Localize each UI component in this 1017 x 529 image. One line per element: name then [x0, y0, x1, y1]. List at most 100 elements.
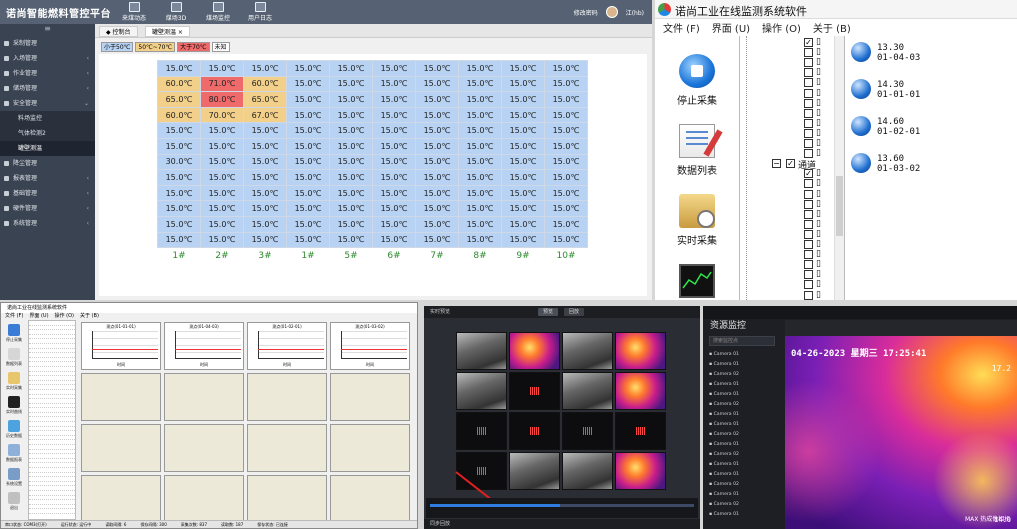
video-tile[interactable]: [456, 332, 507, 370]
camera-list-item[interactable]: ▪ Camera 02: [709, 482, 779, 487]
video-tile[interactable]: [509, 332, 560, 370]
top-nav-item[interactable]: 用户日志: [242, 1, 278, 22]
point-checkbox[interactable]: [804, 58, 813, 68]
data-list-button[interactable]: 数据列表: [665, 124, 729, 177]
avatar[interactable]: [605, 6, 618, 18]
camera-list-item[interactable]: ▪ Camera 01: [709, 422, 779, 427]
stop-collect-button[interactable]: 停止采集: [665, 54, 729, 107]
temperature-cell[interactable]: 15.0℃: [372, 215, 416, 233]
temperature-cell[interactable]: 15.0℃: [243, 169, 287, 186]
point-checkbox[interactable]: [804, 108, 813, 118]
temperature-cell[interactable]: 15.0℃: [243, 153, 287, 171]
temperature-cell[interactable]: 15.0℃: [243, 231, 287, 249]
timeline-progress[interactable]: [430, 504, 560, 507]
search-input[interactable]: 搜索监控点: [709, 336, 775, 346]
point-checkbox[interactable]: [804, 98, 813, 108]
timeline[interactable]: [426, 498, 698, 518]
point-checkbox[interactable]: [804, 48, 813, 58]
temperature-cell[interactable]: 15.0℃: [501, 137, 545, 155]
temperature-cell[interactable]: 70.0℃: [200, 106, 244, 124]
temperature-cell[interactable]: 15.0℃: [286, 184, 330, 202]
camera-list-item[interactable]: ▪ Camera 01: [709, 352, 779, 357]
temperature-cell[interactable]: 15.0℃: [286, 153, 330, 171]
realtime-collect-button[interactable]: 实时采集: [665, 194, 729, 247]
sidebar-item[interactable]: 报表管理 ‹: [0, 171, 95, 186]
temperature-cell[interactable]: 15.0℃: [372, 169, 416, 186]
point-checkbox[interactable]: ✓: [804, 38, 813, 47]
temperature-cell[interactable]: 15.0℃: [200, 122, 244, 139]
camera-list-item[interactable]: ▪ Camera 01: [709, 492, 779, 497]
menu-view[interactable]: 界面 (U): [712, 20, 750, 35]
sidebar-item[interactable]: 基础管理 ‹: [0, 186, 95, 201]
point-checkbox[interactable]: [804, 280, 813, 290]
temperature-cell[interactable]: 15.0℃: [544, 91, 588, 108]
close-icon[interactable]: ×: [176, 29, 183, 36]
video-tile[interactable]: [509, 452, 560, 490]
video-tile[interactable]: [562, 412, 613, 450]
temperature-cell[interactable]: 15.0℃: [329, 60, 373, 77]
temperature-cell[interactable]: 15.0℃: [458, 106, 502, 124]
temperature-cell[interactable]: 15.0℃: [372, 184, 416, 202]
temperature-cell[interactable]: 15.0℃: [243, 184, 287, 202]
menu-operate[interactable]: 操作 (O): [55, 313, 74, 320]
temperature-cell[interactable]: 15.0℃: [544, 200, 588, 217]
temperature-cell[interactable]: 15.0℃: [372, 200, 416, 217]
temperature-cell[interactable]: 15.0℃: [372, 153, 416, 171]
temperature-cell[interactable]: 15.0℃: [329, 106, 373, 124]
temperature-cell[interactable]: 15.0℃: [415, 153, 459, 171]
point-checkbox[interactable]: [804, 209, 813, 219]
temperature-cell[interactable]: 15.0℃: [157, 137, 201, 155]
point-checkbox[interactable]: ✓: [804, 169, 813, 179]
temperature-cell[interactable]: 15.0℃: [415, 91, 459, 108]
temperature-cell[interactable]: 15.0℃: [544, 215, 588, 233]
top-nav-item[interactable]: 煤场监控: [200, 1, 236, 22]
temperature-cell[interactable]: 15.0℃: [415, 106, 459, 124]
temperature-cell[interactable]: 15.0℃: [544, 106, 588, 124]
temperature-cell[interactable]: 15.0℃: [243, 137, 287, 155]
temperature-cell[interactable]: 15.0℃: [329, 215, 373, 233]
sidebar-item[interactable]: 采制管理: [0, 36, 95, 51]
temperature-cell[interactable]: 65.0℃: [157, 91, 201, 108]
temperature-cell[interactable]: 15.0℃: [544, 137, 588, 155]
camera-list-item[interactable]: ▪ Camera 02: [709, 372, 779, 377]
temperature-cell[interactable]: 15.0℃: [372, 137, 416, 155]
video-tile[interactable]: [562, 452, 613, 490]
tree-scrollbar[interactable]: [834, 36, 844, 300]
temperature-cell[interactable]: 15.0℃: [458, 200, 502, 217]
expand-icon[interactable]: −: [772, 159, 781, 169]
camera-list-item[interactable]: ▪ Camera 02: [709, 452, 779, 457]
point-checkbox[interactable]: [804, 219, 813, 229]
point-checkbox[interactable]: [804, 149, 813, 159]
camera-list-item[interactable]: ▪ Camera 01: [709, 362, 779, 367]
temperature-cell[interactable]: 15.0℃: [329, 200, 373, 217]
point-checkbox[interactable]: [804, 139, 813, 148]
temperature-cell[interactable]: 15.0℃: [329, 169, 373, 186]
temperature-cell[interactable]: 15.0℃: [286, 60, 330, 77]
camera-list-item[interactable]: ▪ Camera 01: [709, 412, 779, 417]
sidebar-item[interactable]: 系统管理 ‹: [0, 216, 95, 231]
temperature-cell[interactable]: 15.0℃: [458, 91, 502, 108]
toolbar-button[interactable]: 退出: [3, 492, 25, 511]
video-tile[interactable]: [615, 412, 666, 450]
temperature-cell[interactable]: 15.0℃: [200, 184, 244, 202]
point-checkbox[interactable]: [804, 118, 813, 128]
temperature-cell[interactable]: 15.0℃: [200, 60, 244, 77]
temperature-cell[interactable]: 15.0℃: [415, 137, 459, 155]
point-checkbox[interactable]: [804, 260, 813, 270]
camera-list-item[interactable]: ▪ Camera 02: [709, 502, 779, 507]
temperature-cell[interactable]: 67.0℃: [243, 106, 287, 124]
temperature-cell[interactable]: 15.0℃: [286, 75, 330, 93]
temperature-cell[interactable]: 15.0℃: [458, 184, 502, 202]
realtime-curve-button[interactable]: [665, 264, 729, 300]
temperature-cell[interactable]: 15.0℃: [200, 231, 244, 249]
change-password-link[interactable]: 修改密码: [574, 8, 598, 17]
sync-playback-button[interactable]: 同步回放: [430, 521, 450, 527]
temperature-cell[interactable]: 15.0℃: [544, 75, 588, 93]
temperature-cell[interactable]: 15.0℃: [501, 169, 545, 186]
video-tile[interactable]: [615, 452, 666, 490]
temperature-cell[interactable]: 15.0℃: [501, 91, 545, 108]
temperature-cell[interactable]: 15.0℃: [415, 184, 459, 202]
temperature-cell[interactable]: 15.0℃: [544, 169, 588, 186]
temperature-cell[interactable]: 15.0℃: [329, 231, 373, 249]
scrollbar-thumb[interactable]: [836, 176, 843, 236]
